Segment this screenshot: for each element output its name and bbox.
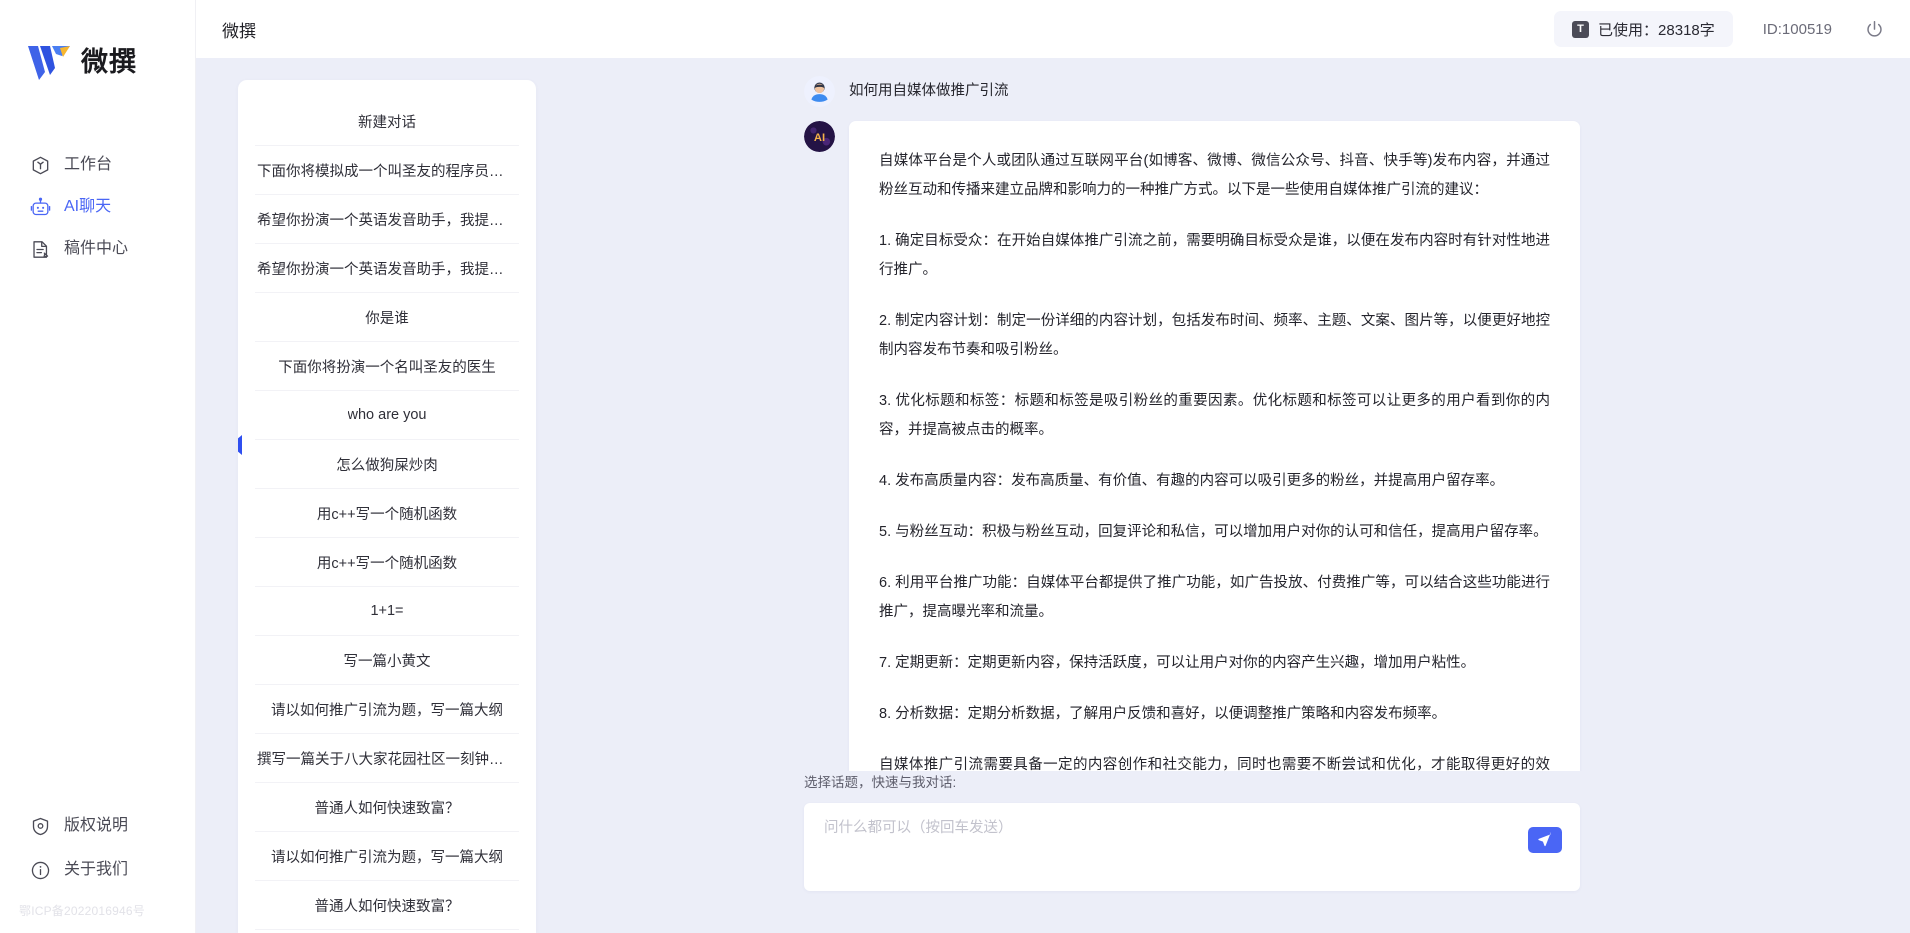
conversation-title: 请以如何推广引流为题，写一篇大纲 bbox=[271, 702, 503, 719]
usage-indicator[interactable]: T 已使用：28318字 bbox=[1554, 11, 1733, 47]
usage-label: 已使用：28318字 bbox=[1598, 21, 1715, 39]
message-input[interactable] bbox=[804, 802, 1580, 891]
shield-icon bbox=[32, 817, 49, 835]
ai-paragraph: 8. 分析数据：定期分析数据，了解用户反馈和喜好，以便调整推广策略和内容发布频率… bbox=[879, 706, 1447, 722]
ai-paragraph: 自媒体推广引流需要具备一定的内容创作和社交能力，同时也需要不断尝试和优化，才能取… bbox=[879, 757, 1550, 771]
ai-paragraph: 6. 利用平台推广功能：自媒体平台都提供了推广功能，如广告投放、付费推广等，可以… bbox=[879, 575, 1550, 620]
w-logo-icon bbox=[28, 46, 70, 80]
chat-messages-scroll[interactable]: 如何用自媒体做推广引流 AI 自媒体平台是个人或团队通过互联网平台(如博客、微博… bbox=[536, 58, 1910, 771]
sidebar-item-copyright[interactable]: 版权说明 bbox=[0, 804, 195, 848]
conversation-title: 下面你将扮演一个名叫圣友的医生 bbox=[278, 359, 496, 376]
svg-text:AI: AI bbox=[814, 132, 825, 144]
conversation-list-scroll[interactable]: 新建对话 下面你将模拟成一个叫圣友的程序员，我说... 希望你扮演一个英语发音助… bbox=[238, 80, 536, 933]
composer-box bbox=[804, 802, 1580, 891]
ai-message-row: AI 自媒体平台是个人或团队通过互联网平台(如博客、微博、微信公众号、抖音、快手… bbox=[536, 121, 1910, 771]
composer-spacer bbox=[536, 891, 1910, 933]
workbench-icon bbox=[32, 156, 49, 174]
conversation-title: 用c++写一个随机函数 bbox=[316, 506, 458, 523]
conversation-item[interactable]: 下面你将扮演一个名叫圣友的医生 bbox=[255, 342, 519, 391]
sidebar-item-label: 版权说明 bbox=[64, 817, 129, 834]
conversation-item[interactable]: 下面你将模拟成一个叫圣友的程序员，我说... bbox=[255, 146, 519, 195]
new-chat-label: 新建对话 bbox=[358, 114, 416, 131]
ai-paragraph: 7. 定期更新：定期更新内容，保持活跃度，可以让用户对你的内容产生兴趣，增加用户… bbox=[879, 655, 1476, 671]
conversation-list-panel: 新建对话 下面你将模拟成一个叫圣友的程序员，我说... 希望你扮演一个英语发音助… bbox=[238, 80, 536, 933]
sidebar-item-label: 关于我们 bbox=[64, 861, 129, 878]
conversation-item[interactable]: 1+1= bbox=[255, 587, 519, 636]
conversation-item[interactable]: 请以如何推广引流为题，写一篇大纲 bbox=[255, 832, 519, 881]
documents-icon bbox=[33, 240, 49, 258]
chevron-left-icon bbox=[238, 435, 242, 455]
icp-record-text: 鄂ICP备2022016946号 bbox=[19, 904, 145, 918]
conversation-item[interactable]: 用c++写一个随机函数 bbox=[255, 489, 519, 538]
content-body: 新建对话 下面你将模拟成一个叫圣友的程序员，我说... 希望你扮演一个英语发音助… bbox=[196, 58, 1910, 933]
brand-name: 微撰 bbox=[81, 46, 137, 77]
sidebar-item-documents[interactable]: 稿件中心 bbox=[0, 228, 195, 270]
conversation-item[interactable]: 用c++写一个随机函数 bbox=[255, 538, 519, 587]
power-icon bbox=[1866, 20, 1882, 37]
collapse-sidebar-handle[interactable] bbox=[238, 432, 245, 458]
ai-chat-icon bbox=[30, 197, 51, 215]
composer: 选择话题，快速与我对话: bbox=[536, 771, 1910, 891]
ai-paragraph: 自媒体平台是个人或团队通过互联网平台(如博客、微博、微信公众号、抖音、快手等)发… bbox=[879, 153, 1550, 198]
conversation-item[interactable]: 普通人如何快速致富？ bbox=[255, 783, 519, 832]
chat-column: 如何用自媒体做推广引流 AI 自媒体平台是个人或团队通过互联网平台(如博客、微博… bbox=[536, 58, 1910, 933]
conversation-title: 下面你将模拟成一个叫圣友的程序员，我说... bbox=[257, 163, 517, 180]
ai-paragraph: 1. 确定目标受众：在开始自媒体推广引流之前，需要明确目标受众是谁，以便在发布内… bbox=[879, 233, 1550, 278]
conversation-item[interactable]: who are you bbox=[255, 391, 519, 440]
sidebar-item-label: AI聊天 bbox=[64, 198, 112, 215]
conversation-item[interactable]: 撰写一篇关于八大家花园社区一刻钟便民生... bbox=[255, 734, 519, 783]
conversation-title: who are you bbox=[347, 407, 427, 423]
sidebar-footer: 版权说明 关于我们 鄂ICP备2022016946号 bbox=[0, 804, 195, 933]
conversation-title: 希望你扮演一个英语发音助手，我提供给你... bbox=[257, 212, 517, 229]
top-bar: 微撰 T 已使用：28318字 ID:100519 bbox=[196, 0, 1910, 58]
sidebar-nav: 工作台 AI聊天 稿件中心 bbox=[0, 144, 195, 270]
conversation-item[interactable]: 希望你扮演一个英语发音助手，我提供给你... bbox=[255, 195, 519, 244]
main-area: 微撰 T 已使用：28318字 ID:100519 新建对话 下面你将模拟成一个… bbox=[196, 0, 1910, 933]
ai-paragraph: 4. 发布高质量内容：发布高质量、有价值、有趣的内容可以吸引更多的粉丝，并提高用… bbox=[879, 473, 1505, 489]
conversation-title: 撰写一篇关于八大家花园社区一刻钟便民生... bbox=[257, 751, 517, 768]
user-message-row: 如何用自媒体做推广引流 bbox=[536, 76, 1910, 107]
conversation-title: 普通人如何快速致富？ bbox=[314, 898, 460, 915]
sidebar-item-about[interactable]: 关于我们 bbox=[0, 848, 195, 892]
ai-avatar: AI bbox=[804, 121, 835, 152]
conversation-title: 普通人如何快速致富？ bbox=[314, 800, 460, 817]
user-id: ID:100519 bbox=[1762, 20, 1832, 38]
sidebar-item-label: 稿件中心 bbox=[64, 240, 129, 257]
sidebar-item-ai-chat[interactable]: AI聊天 bbox=[0, 186, 195, 228]
user-message-text: 如何用自媒体做推广引流 bbox=[849, 83, 1009, 99]
conversation-item[interactable]: 写一篇小黄文 bbox=[255, 636, 519, 685]
page-title: 微撰 bbox=[222, 21, 256, 41]
conversation-title: 怎么做狗屎炒肉 bbox=[336, 457, 438, 474]
new-chat-button[interactable]: 新建对话 bbox=[255, 97, 519, 146]
conversation-item[interactable]: 你是谁 bbox=[255, 293, 519, 342]
brand[interactable]: 微撰 bbox=[26, 42, 137, 82]
ai-message-bubble: 自媒体平台是个人或团队通过互联网平台(如博客、微博、微信公众号、抖音、快手等)发… bbox=[849, 121, 1580, 771]
ai-paragraph: 3. 优化标题和标签：标题和标签是吸引粉丝的重要因素。优化标题和标签可以让更多的… bbox=[879, 393, 1550, 438]
conversation-item[interactable]: 希望你扮演一个英语发音助手，我提供给你... bbox=[255, 244, 519, 293]
sidebar-item-label: 工作台 bbox=[64, 156, 113, 173]
conversation-title: 1+1= bbox=[370, 603, 404, 619]
info-icon bbox=[31, 861, 50, 879]
power-button[interactable] bbox=[1862, 17, 1886, 41]
conversation-item[interactable]: 普通人如何快速致富？ bbox=[255, 881, 519, 930]
conversation-title: 写一篇小黄文 bbox=[343, 653, 431, 670]
sidebar-item-workbench[interactable]: 工作台 bbox=[0, 144, 195, 186]
composer-label: 选择话题，快速与我对话: bbox=[804, 774, 957, 790]
send-button[interactable] bbox=[1528, 826, 1562, 853]
ai-paragraph: 5. 与粉丝互动：积极与粉丝互动，回复评论和私信，可以增加用户对你的认可和信任，… bbox=[879, 524, 1548, 540]
app-root: 微撰 工作台 AI聊天 稿件中心 版权说明 关于我们 鄂ICP备20220169… bbox=[0, 0, 1910, 933]
conversation-title: 希望你扮演一个英语发音助手，我提供给你... bbox=[257, 261, 517, 278]
conversation-item[interactable]: 怎么做狗屎炒肉 bbox=[255, 440, 519, 489]
ai-paragraph: 2. 制定内容计划：制定一份详细的内容计划，包括发布时间、频率、主题、文案、图片… bbox=[879, 313, 1550, 358]
conversation-title: 你是谁 bbox=[365, 310, 409, 327]
conversation-title: 请以如何推广引流为题，写一篇大纲 bbox=[271, 849, 503, 866]
top-bar-actions: T 已使用：28318字 ID:100519 bbox=[1554, 11, 1886, 47]
sidebar: 微撰 工作台 AI聊天 稿件中心 版权说明 关于我们 鄂ICP备20220169… bbox=[0, 0, 196, 933]
conversation-item[interactable]: 请以如何推广引流为题，写一篇大纲 bbox=[255, 685, 519, 734]
user-avatar bbox=[804, 76, 835, 107]
conversation-title: 用c++写一个随机函数 bbox=[316, 555, 458, 572]
send-plane-icon bbox=[1538, 832, 1552, 846]
token-badge-icon: T bbox=[1572, 20, 1590, 38]
